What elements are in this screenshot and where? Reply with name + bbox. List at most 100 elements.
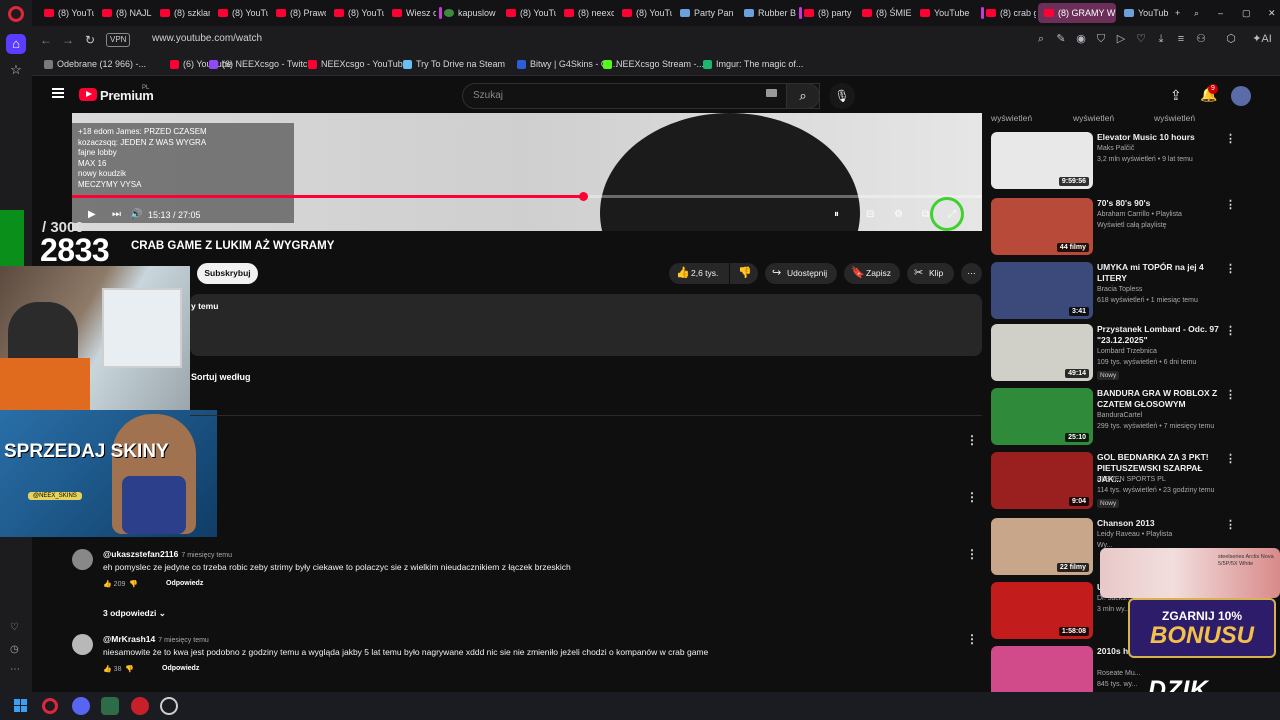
comment-like-button[interactable]: 👍 209 👎 [103,580,138,588]
avatar[interactable] [1231,86,1251,106]
comment-like-button[interactable]: 👍 38 👎 [103,665,134,673]
more-actions-button[interactable]: ⋯ [961,263,982,284]
browser-tab[interactable]: (8) YouTu [212,3,268,23]
search-button[interactable]: ⌕ [786,83,820,109]
search-tabs-icon[interactable]: ⌕ [1190,3,1208,23]
progress-bar[interactable] [72,192,982,201]
miniplayer-icon[interactable]: ⧉ [922,209,929,220]
url-field[interactable]: www.youtube.com/watch [152,33,262,44]
autoplay-icon[interactable]: ⏸ [834,209,839,220]
next-icon[interactable]: ⏭ [112,209,121,220]
comment-author[interactable]: @ukaszstefan2116 7 miesięcy temu [103,549,232,559]
browser-tab[interactable]: YouTube [1118,3,1168,23]
browser-tab[interactable]: YouTube [914,3,978,23]
app-icon[interactable] [101,697,119,715]
browser-tab[interactable]: (8) YouTu [616,3,672,23]
video-thumbnail[interactable]: 1:58:08 [991,582,1093,639]
new-tab-button[interactable]: + [1170,3,1188,23]
back-icon[interactable]: ← [38,32,54,48]
vpn-badge[interactable]: VPN [106,33,131,47]
video-title[interactable]: BANDURA GRA W ROBLOX Z CZATEM GŁOSOWYM [1097,388,1223,410]
dislike-button[interactable]: 👎 [730,263,758,284]
video-menu-icon[interactable]: ⋮ [1225,324,1236,337]
browser-tab[interactable]: (8) NAJLE [96,3,152,23]
channel-name[interactable]: Bracia Topless [1097,286,1142,293]
play-icon[interactable]: ▶ [88,209,96,220]
channel-name[interactable]: Abraham Carrillo • Playlista [1097,211,1182,218]
browser-tab[interactable]: (8) neexc [558,3,614,23]
video-menu-icon[interactable]: ⋮ [1225,198,1236,211]
video-menu-icon[interactable]: ⋮ [1225,132,1236,145]
maximize-icon[interactable]: ▢ [1238,3,1256,23]
video-thumbnail[interactable]: 9:59:56 [991,132,1093,189]
video-title[interactable]: Elevator Music 10 hours [1097,132,1223,143]
reply-button[interactable]: Odpowiedz [162,665,199,672]
save-button[interactable]: 🔖 Zapisz [844,263,900,284]
heart-icon[interactable]: ♡ [10,622,19,633]
channel-name[interactable]: Maks Palčič [1097,145,1134,152]
comment-menu-icon[interactable]: ⋮ [966,547,978,561]
avatar[interactable] [72,549,93,570]
recommended-video[interactable]: 9:04 GOL BEDNARKA ZA 3 PKT! PIETUSZEWSKI … [991,452,1241,512]
settings-icon[interactable] [160,697,178,715]
forward-icon[interactable]: → [60,32,76,48]
close-icon[interactable]: ✕ [1264,3,1280,23]
video-player[interactable]: +18 edom James: PRZED CZASEM kozaczsqq: J… [72,113,982,231]
comment-menu-icon[interactable]: ⋮ [966,433,978,447]
history-icon[interactable]: ◷ [10,644,19,655]
menu-icon[interactable] [52,88,64,98]
reply-button[interactable]: Odpowiedz [166,580,203,587]
download-icon[interactable]: ⤓ [1154,32,1168,46]
youtube-logo-icon[interactable] [79,88,97,101]
comment-menu-icon[interactable]: ⋮ [966,490,978,504]
browser-tab[interactable]: (8) YouTu [38,3,94,23]
video-menu-icon[interactable]: ⋮ [1225,452,1236,465]
share-button[interactable]: ↪ Udostępnij [765,263,837,284]
subscribe-button[interactable]: Subskrybuj [197,263,258,284]
edit-icon[interactable]: ✎ [1054,32,1068,46]
clip-button[interactable]: ✂ Klip [907,263,954,284]
bookmark-item[interactable]: NEEXcsgo - YouTube [308,59,408,69]
star-icon[interactable]: ☆ [6,60,26,80]
video-title[interactable]: Przystanek Lombard - Odc. 97 "23.12.2025… [1097,324,1223,346]
browser-tab[interactable]: (8) szklan [154,3,210,23]
show-replies-button[interactable]: 3 odpowiedzi ⌄ [103,608,166,619]
video-thumbnail[interactable]: 3:41 [991,262,1093,319]
recommended-video[interactable]: 25:10 BANDURA GRA W ROBLOX Z CZATEM GŁOSO… [991,388,1241,448]
subtitles-icon[interactable]: ⊟ [866,209,874,220]
video-menu-icon[interactable]: ⋮ [1225,262,1236,275]
extensions-icon[interactable]: ⬡ [1224,32,1238,46]
video-thumbnail[interactable]: 22 filmy [991,518,1093,575]
browser-tab[interactable]: (8) crab g [980,3,1036,23]
volume-icon[interactable]: 🔊 [130,209,142,220]
home-icon[interactable]: ⌂ [6,34,26,54]
video-title[interactable]: 70's 80's 90's [1097,198,1223,209]
keyboard-icon[interactable] [766,89,777,97]
browser-tab[interactable]: Wiesz co [386,3,436,23]
discord-icon[interactable] [72,697,90,715]
windows-start-icon[interactable] [14,699,28,713]
recommended-video[interactable]: 44 filmy 70's 80's 90's Abraham Carrillo •… [991,198,1241,258]
recommended-video[interactable]: 3:41 UMYKA mi TOPÓR na jej 4 LITERY Bracia… [991,262,1241,322]
video-title[interactable]: Chanson 2013 [1097,518,1223,529]
browser-tab[interactable]: (8) GRAMY W CF [1038,3,1116,23]
browser-tab[interactable]: Rubber B [738,3,796,23]
browser-tab[interactable]: (8) ŚMIE [856,3,912,23]
reload-icon[interactable]: ↻ [82,32,98,48]
camera-icon[interactable]: ◉ [1074,32,1088,46]
bookmark-item[interactable]: (6) NEEXcsgo - Twitch [209,59,312,69]
mic-icon[interactable]: 🎙 [829,83,855,109]
avatar[interactable] [72,634,93,655]
bookmark-item[interactable]: NEEXcsgo Stream -... [603,59,704,69]
browser-tab[interactable]: Party Pan [674,3,736,23]
opera-taskbar-icon[interactable] [42,698,58,714]
video-thumbnail[interactable]: 49:14 [991,324,1093,381]
bookmark-item[interactable]: Imgur: The magic of... [703,59,803,69]
browser-tab[interactable]: (8) YouTu [500,3,556,23]
comment-menu-icon[interactable]: ⋮ [966,632,978,646]
video-thumbnail[interactable]: 44 filmy [991,198,1093,255]
bookmark-item[interactable]: Odebrane (12 966) -... [44,59,146,69]
video-menu-icon[interactable]: ⋮ [1225,388,1236,401]
channel-name[interactable]: BanduraCartel [1097,412,1142,419]
more-icon[interactable]: ⋯ [10,664,20,675]
